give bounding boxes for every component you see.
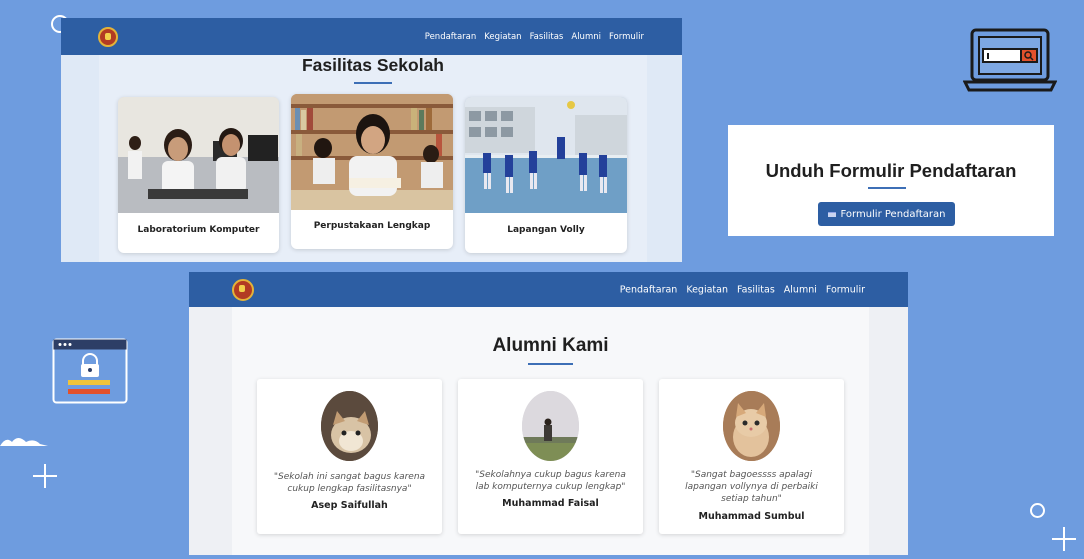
school-logo[interactable]	[98, 26, 118, 47]
alumni-quote: "Sekolah ini sangat bagus karena cukup l…	[273, 472, 426, 494]
facility-card[interactable]: Laboratorium Komputer	[118, 97, 279, 253]
fasilitas-screenshot: Pendaftaran Kegiatan Fasilitas Alumni Fo…	[61, 18, 682, 262]
fasilitas-section: Fasilitas Sekolah Laboratorium Komputer …	[99, 55, 647, 262]
card-caption: Lapangan Volly	[507, 225, 585, 235]
alumni-card: "Sekolah ini sangat bagus karena cukup l…	[257, 379, 442, 534]
download-form-button[interactable]: Formulir Pendaftaran	[818, 202, 955, 226]
nav-item-kegiatan[interactable]: Kegiatan	[484, 32, 521, 42]
card-caption: Laboratorium Komputer	[137, 225, 260, 235]
nav-item-pendaftaran[interactable]: Pendaftaran	[425, 32, 477, 42]
alumni-quote: "Sangat bagoessss apalagi lapangan volly…	[685, 470, 818, 504]
navbar: Pendaftaran Kegiatan Fasilitas Alumni Fo…	[61, 18, 682, 55]
nav-item-alumni[interactable]: Alumni	[784, 284, 817, 295]
nav-item-fasilitas[interactable]: Fasilitas	[530, 32, 564, 42]
alumni-name: Asep Saifullah	[311, 500, 388, 511]
nav-links: Pendaftaran Kegiatan Fasilitas Alumni Fo…	[425, 32, 644, 42]
facility-card[interactable]: Lapangan Volly	[465, 97, 627, 253]
alumni-card: "Sekolahnya cukup bagus karena lab kompu…	[458, 379, 643, 534]
nav-links: Pendaftaran Kegiatan Fasilitas Alumni Fo…	[620, 284, 865, 295]
section-title: Unduh Formulir Pendaftaran	[765, 160, 1017, 181]
alumni-name: Muhammad Sumbul	[698, 511, 805, 522]
computer-lab-photo	[118, 97, 279, 213]
secure-login-icon	[52, 338, 128, 408]
nav-item-kegiatan[interactable]: Kegiatan	[686, 284, 728, 295]
alumni-name: Muhammad Faisal	[502, 498, 599, 509]
library-photo	[291, 94, 453, 210]
button-label: Formulir Pendaftaran	[840, 208, 946, 220]
navbar: Pendaftaran Kegiatan Fasilitas Alumni Fo…	[189, 272, 908, 307]
title-underline	[868, 187, 906, 189]
title-underline	[354, 82, 392, 84]
alumni-avatar	[522, 391, 579, 461]
plus-decoration	[33, 464, 57, 488]
circle-decoration	[1030, 503, 1045, 518]
facility-card[interactable]: Perpustakaan Lengkap	[291, 94, 453, 249]
document-icon	[827, 211, 836, 217]
title-underline	[528, 363, 573, 365]
alumni-section: Alumni Kami "Sekolah ini sangat bagus ka…	[232, 307, 869, 555]
alumni-quote: "Sekolahnya cukup bagus karena lab kompu…	[475, 470, 626, 492]
alumni-screenshot: Pendaftaran Kegiatan Fasilitas Alumni Fo…	[189, 272, 908, 555]
plus-decoration	[1052, 527, 1076, 551]
card-caption: Perpustakaan Lengkap	[313, 221, 431, 231]
nav-item-fasilitas[interactable]: Fasilitas	[737, 284, 775, 295]
nav-item-formulir[interactable]: Formulir	[826, 284, 865, 295]
alumni-avatar	[723, 391, 780, 461]
cloud-decoration	[0, 432, 48, 452]
section-title: Alumni Kami	[492, 335, 609, 356]
alumni-card: "Sangat bagoessss apalagi lapangan volly…	[659, 379, 844, 534]
section-title: Fasilitas Sekolah	[301, 55, 444, 75]
school-logo[interactable]	[232, 278, 254, 301]
nav-item-pendaftaran[interactable]: Pendaftaran	[620, 284, 678, 295]
nav-item-alumni[interactable]: Alumni	[571, 32, 601, 42]
volleyball-court-photo	[465, 97, 627, 213]
alumni-avatar	[321, 391, 378, 461]
nav-item-formulir[interactable]: Formulir	[609, 32, 644, 42]
laptop-search-icon	[962, 27, 1058, 99]
formulir-screenshot: Unduh Formulir Pendaftaran Formulir Pend…	[728, 125, 1054, 236]
